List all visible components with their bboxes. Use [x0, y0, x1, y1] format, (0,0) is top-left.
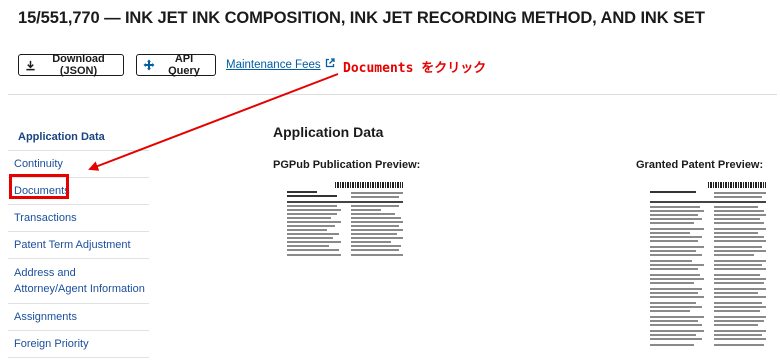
api-move-icon [143, 59, 155, 71]
download-json-button[interactable]: Download (JSON) [18, 53, 124, 77]
application-data-heading: Application Data [273, 124, 384, 140]
documents-highlight-box [9, 174, 69, 199]
header-divider [8, 94, 777, 95]
click-instruction-annotation: Documents をクリック [343, 61, 487, 76]
external-link-icon [325, 58, 335, 71]
sidebar-item-assignments[interactable]: Assignments [8, 304, 149, 331]
section-sidebar: Application Data Continuity Documents Tr… [8, 124, 149, 358]
api-query-label: API Query [168, 53, 200, 77]
sidebar-item-address-attorney[interactable]: Address and Attorney/Agent Information [8, 259, 149, 304]
download-icon [25, 60, 36, 71]
sidebar-item-application-data[interactable]: Application Data [8, 124, 149, 151]
api-query-button[interactable]: API Query [136, 53, 216, 77]
sidebar-item-transactions[interactable]: Transactions [8, 205, 149, 232]
granted-patent-preview-thumbnail[interactable] [648, 180, 770, 352]
maintenance-fees-link[interactable]: Maintenance Fees [226, 58, 335, 71]
sidebar-item-foreign-priority[interactable]: Foreign Priority [8, 331, 149, 358]
sidebar-item-patent-term-adjustment[interactable]: Patent Term Adjustment [8, 232, 149, 259]
download-json-label: Download (JSON) [52, 53, 105, 77]
granted-preview-label: Granted Patent Preview: [636, 159, 764, 171]
page-title: 15/551,770 — INK JET INK COMPOSITION, IN… [18, 9, 705, 27]
pgpub-preview-thumbnail[interactable] [285, 180, 407, 262]
maintenance-fees-label: Maintenance Fees [226, 58, 321, 71]
pgpub-preview-label: PGPub Publication Preview: [273, 159, 421, 171]
